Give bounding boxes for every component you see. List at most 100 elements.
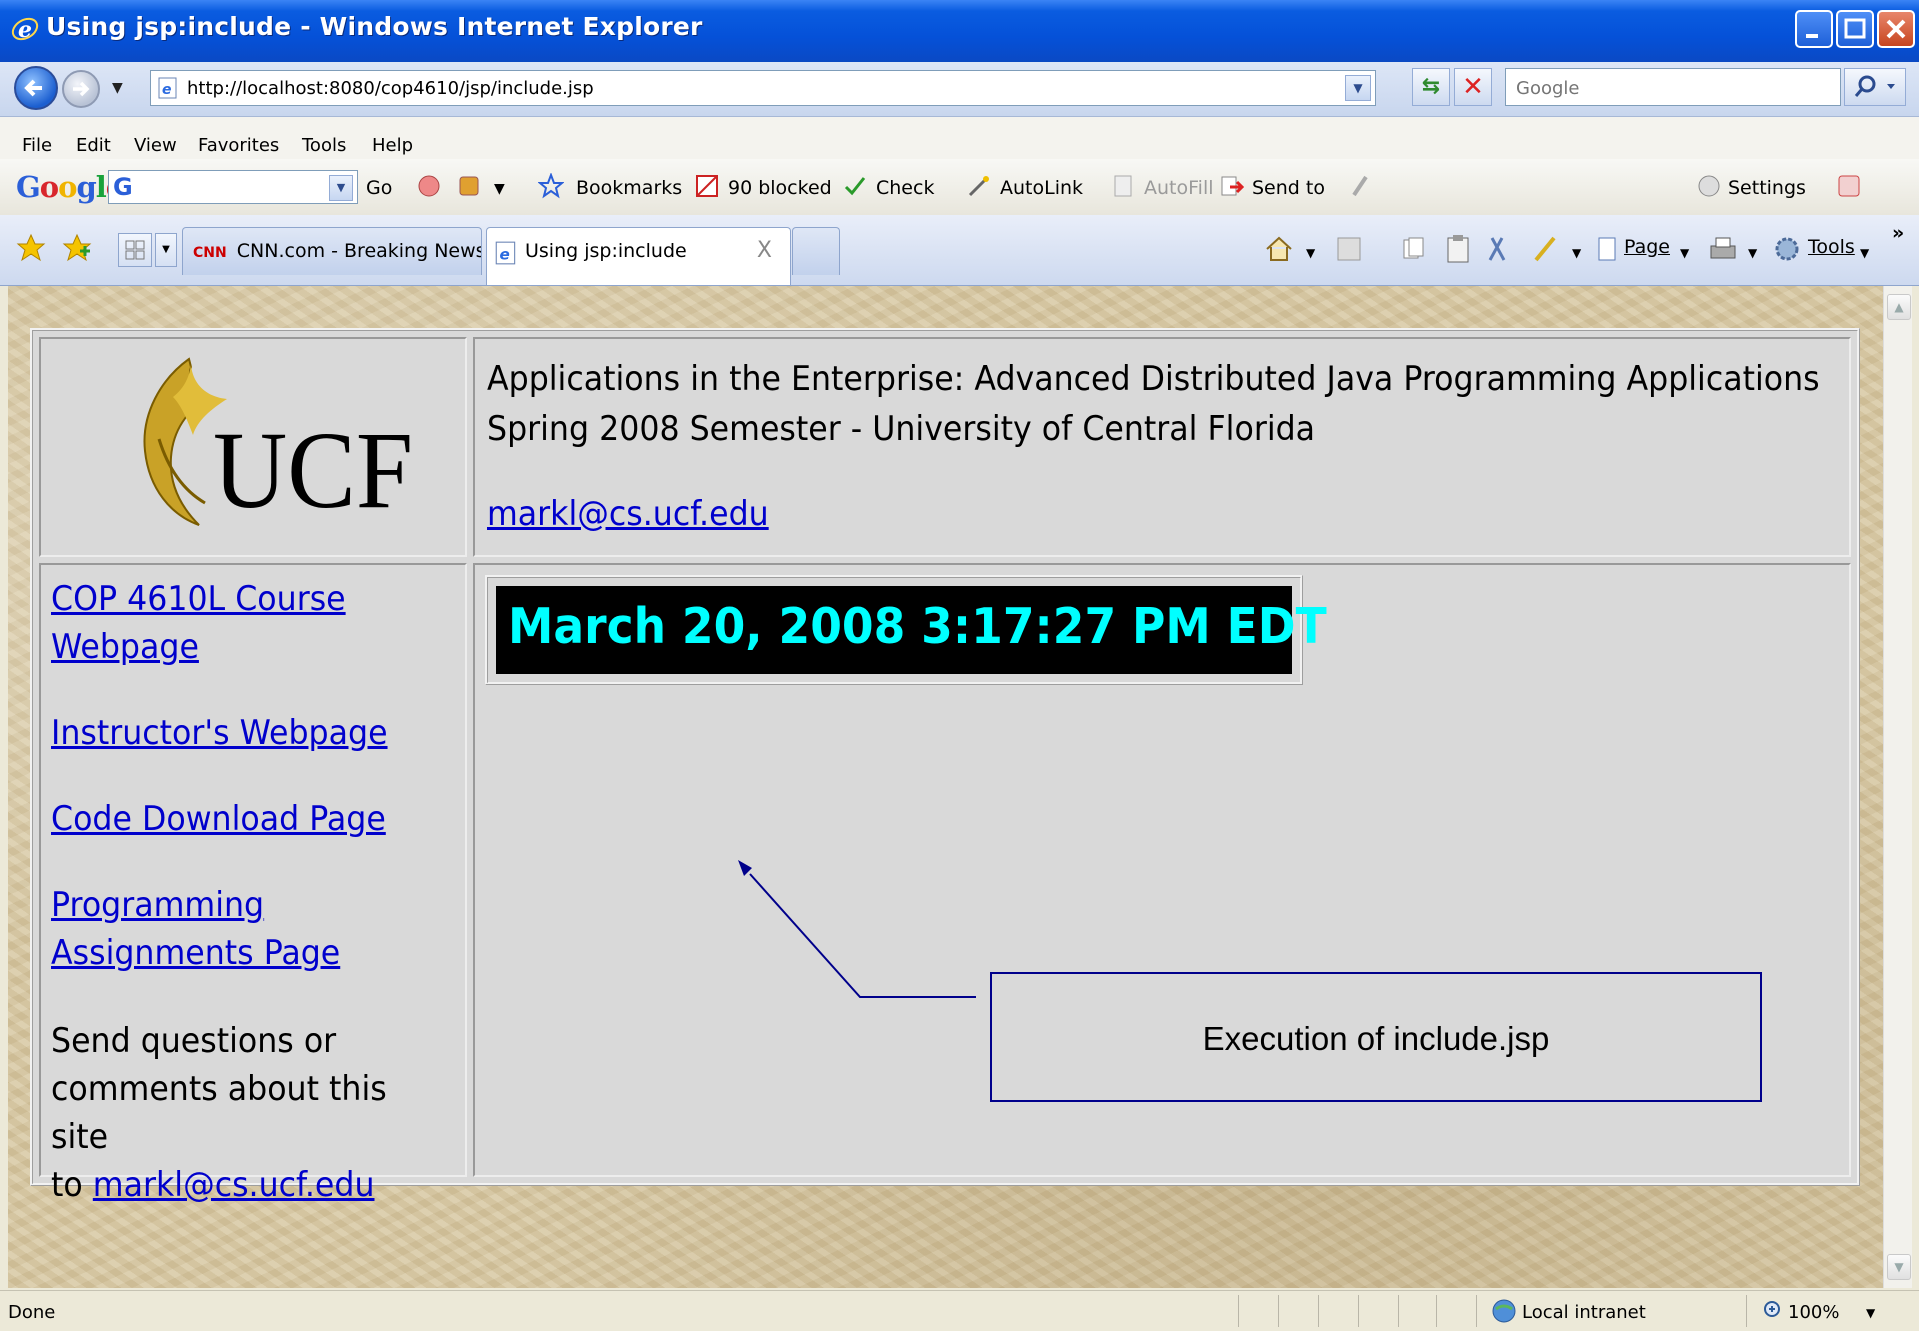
course-webpage-link[interactable]: COP 4610L Course Webpage [51,579,346,667]
google-toolbar: Google G ▼ Go ▼ Bookmarks 90 blocked Che… [0,159,1919,216]
send-questions-text: Send questions or comments about this si… [51,1017,423,1209]
search-input[interactable] [1514,72,1818,104]
annotation-label: Execution of include.jsp [1202,1020,1550,1057]
forward-arrow-icon [73,81,90,97]
scroll-down-arrow-icon[interactable]: ▼ [1887,1254,1911,1280]
zoom-level[interactable]: 100% [1788,1302,1839,1323]
google-search-field[interactable]: G ▼ [108,170,358,204]
pagerank-icon [418,175,440,197]
quick-tabs-button[interactable] [118,233,152,267]
svg-text:e: e [500,246,510,264]
back-button[interactable] [14,66,58,110]
print-dropdown[interactable]: ▼ [1748,246,1757,260]
settings-icon [1698,175,1720,197]
address-bar[interactable]: e http://localhost:8080/cop4610/jsp/incl… [150,70,1376,106]
forward-button[interactable] [62,70,100,108]
page-icon: e [158,77,177,99]
pencil-icon [1352,175,1368,197]
vertical-scrollbar[interactable]: ▲ ▼ [1883,286,1912,1288]
menu-edit[interactable]: Edit [76,135,111,156]
tab-active-label: Using jsp:include [525,240,687,262]
menu-view[interactable]: View [134,135,177,156]
go-button[interactable]: Go [366,177,392,199]
favorites-star-icon[interactable] [16,233,46,263]
tools-menu[interactable]: Tools [1808,236,1855,258]
instructor-webpage-link[interactable]: Instructor's Webpage [51,713,388,753]
paste-icon[interactable] [1444,234,1472,264]
datetime-box: March 20, 2008 3:17:27 PM EDT [485,575,1327,685]
status-text: Done [8,1302,56,1323]
zoom-icon [1764,1301,1780,1317]
check-button[interactable]: Check [876,177,934,199]
quick-tabs-icon [125,240,145,260]
datetime-background: March 20, 2008 3:17:27 PM EDT [496,586,1327,674]
tab-using-jsp-include[interactable]: e Using jsp:include X [486,227,791,285]
zoom-dropdown[interactable]: ▼ [1866,1306,1875,1320]
feeds-icon[interactable] [1336,236,1362,262]
tab-cnn[interactable]: CNN CNN.com - Breaking News, U... [182,227,482,275]
semester-line: Spring 2008 Semester - University of Cen… [487,409,1316,449]
google-search-dropdown[interactable]: ▼ [329,175,353,201]
prog-link-line1: Programming [51,885,265,925]
highlighter-dropdown[interactable]: ▼ [1572,246,1581,260]
tab-close-icon[interactable]: X [757,228,772,274]
blocked-count[interactable]: 90 blocked [728,177,832,199]
add-favorite-icon[interactable] [62,233,92,263]
puzzle-icon[interactable] [456,173,482,199]
page-menu-icon [1598,237,1616,261]
search-button[interactable] [1844,68,1906,106]
code-download-link[interactable]: Code Download Page [51,799,386,839]
page-menu[interactable]: Page [1624,236,1670,258]
url-text: http://localhost:8080/cop4610/jsp/includ… [187,78,594,99]
copy-icon[interactable] [1400,236,1426,262]
cut-icon[interactable] [1484,234,1510,264]
autofill-button[interactable]: AutoFill [1144,177,1214,199]
menu-help[interactable]: Help [372,135,413,156]
menu-file[interactable]: File [22,135,52,156]
spellcheck-icon [844,177,866,196]
prog-link-line2: Assignments Page [51,933,341,973]
datetime-text: March 20, 2008 3:17:27 PM EDT [508,598,1327,655]
programming-assignments-link[interactable]: Programming Assignments Page [51,885,340,973]
puzzle-dropdown[interactable]: ▼ [494,181,505,197]
send-line1: Send questions or [51,1021,337,1061]
tools-dropdown[interactable]: ▼ [1860,246,1869,260]
security-zone: Local intranet [1522,1302,1646,1323]
send-to-text: to [51,1165,93,1205]
print-icon[interactable] [1708,234,1738,264]
refresh-button[interactable]: ⇆ [1412,68,1450,106]
search-icon [1854,75,1895,97]
header-email-link[interactable]: markl@cs.ucf.edu [487,494,769,534]
highlighter-icon[interactable] [1530,234,1560,264]
stop-button[interactable]: ✕ [1454,68,1492,106]
settings-button[interactable]: Settings [1728,177,1806,199]
home-dropdown[interactable]: ▼ [1306,246,1315,260]
home-icon[interactable] [1262,232,1296,266]
page-menu-dropdown[interactable]: ▼ [1680,246,1689,260]
intranet-globe-icon [1492,1299,1516,1323]
minimize-button[interactable] [1795,10,1833,48]
menu-bar: File Edit View Favorites Tools Help [0,117,1919,159]
page-icon: e [495,241,516,265]
translate-icon[interactable] [1836,173,1862,199]
bookmarks-button[interactable]: Bookmarks [576,177,682,199]
menu-favorites[interactable]: Favorites [198,135,279,156]
new-tab-button[interactable] [792,227,840,275]
sendto-button[interactable]: Send to [1252,177,1325,199]
autolink-button[interactable]: AutoLink [1000,177,1083,199]
search-box[interactable] [1505,68,1841,106]
tab-list-dropdown[interactable]: ▼ [155,233,177,267]
logo-cell: UCF [39,337,467,557]
ie-logo-icon: e [11,17,39,43]
scroll-up-arrow-icon[interactable]: ▲ [1887,294,1911,320]
nav-email-link[interactable]: markl@cs.ucf.edu [93,1165,375,1205]
close-button[interactable] [1877,10,1915,48]
ucf-logo-text: UCF [213,409,413,531]
address-dropdown[interactable]: ▼ [1345,75,1371,101]
menu-tools[interactable]: Tools [302,135,346,156]
maximize-button[interactable] [1836,10,1874,48]
chevron-more-icon[interactable]: » [1892,222,1904,244]
history-dropdown[interactable]: ▼ [112,80,123,96]
svg-text:e: e [162,82,172,98]
window-title: Using jsp:include - Windows Internet Exp… [46,12,703,41]
